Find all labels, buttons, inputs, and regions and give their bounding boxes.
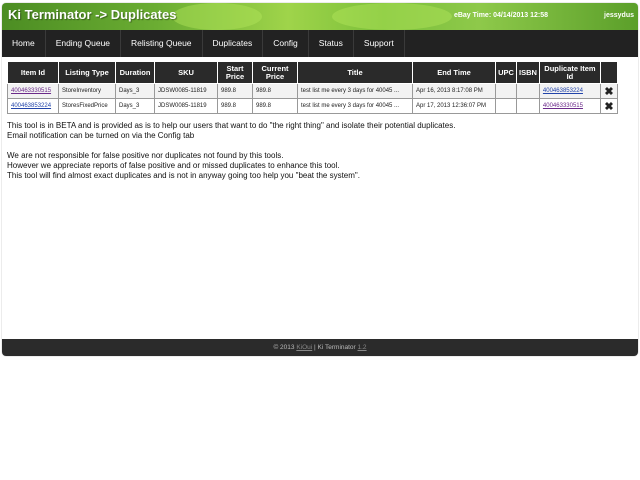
col-duplicate-item-id[interactable]: Duplicate Item Id bbox=[538, 61, 601, 84]
header-decoration bbox=[332, 3, 452, 30]
cell-sku: JDSW0085-11819 bbox=[154, 83, 218, 99]
delete-icon[interactable]: ✖ bbox=[599, 83, 618, 99]
nav-config[interactable]: Config bbox=[263, 30, 309, 57]
cell-item-id: 400463853224 bbox=[7, 98, 59, 114]
col-upc[interactable]: UPC bbox=[495, 61, 517, 84]
message-line: This tool will find almost exact duplica… bbox=[7, 171, 360, 180]
nav-support[interactable]: Support bbox=[354, 30, 405, 57]
col-delete bbox=[599, 61, 618, 84]
item-id-link[interactable]: 400463330515 bbox=[11, 88, 51, 94]
footer-company-link[interactable]: KiOui bbox=[296, 344, 312, 351]
message-line: Email notification can be turned on via … bbox=[7, 131, 195, 140]
ebay-time: eBay Time: 04/14/2013 12:58 bbox=[453, 12, 548, 19]
footer-copyright: © 2013 bbox=[273, 344, 295, 351]
table-row: 400463853224 StoresFixedPrice Days_3 JDS… bbox=[7, 98, 618, 114]
app-window: Ki Terminator -> Duplicates eBay Time: 0… bbox=[2, 3, 638, 356]
cell-sku: JDSW0085-11819 bbox=[154, 98, 218, 114]
duplicate-item-id-link[interactable]: 400463330515 bbox=[543, 103, 583, 109]
main-nav: Home Ending Queue Relisting Queue Duplic… bbox=[2, 30, 638, 57]
duplicate-item-id-link[interactable]: 400463853224 bbox=[543, 88, 583, 94]
cell-duplicate-item-id: 400463330515 bbox=[538, 98, 601, 114]
cell-end-time: Apr 16, 2013 8:17:08 PM bbox=[412, 83, 496, 99]
col-duration[interactable]: Duration bbox=[115, 61, 155, 84]
nav-duplicates[interactable]: Duplicates bbox=[203, 30, 264, 57]
duplicates-table: Item Id Listing Type Duration SKU Start … bbox=[7, 61, 618, 114]
header-decoration bbox=[172, 3, 262, 30]
nav-home[interactable]: Home bbox=[2, 30, 46, 57]
cell-upc bbox=[495, 83, 517, 99]
col-isbn[interactable]: ISBN bbox=[516, 61, 540, 84]
cell-duration: Days_3 bbox=[115, 83, 155, 99]
cell-end-time: Apr 17, 2013 12:36:07 PM bbox=[412, 98, 496, 114]
cell-upc bbox=[495, 98, 517, 114]
table-header-row: Item Id Listing Type Duration SKU Start … bbox=[7, 61, 618, 84]
cell-item-id: 400463330515 bbox=[7, 83, 59, 99]
cell-start-price: 989.8 bbox=[217, 98, 253, 114]
message-line: We are not responsible for false positiv… bbox=[7, 151, 284, 160]
message-line: However we appreciate reports of false p… bbox=[7, 161, 340, 170]
page-footer: © 2013 KiOui | Ki Terminator 1.2 bbox=[2, 339, 638, 356]
message-line: This tool is in BETA and is provided as … bbox=[7, 121, 456, 130]
footer-version-link[interactable]: 1.2 bbox=[358, 344, 367, 351]
cell-title: test list me every 3 days for 40045 ... bbox=[297, 98, 413, 114]
nav-relisting-queue[interactable]: Relisting Queue bbox=[121, 30, 203, 57]
col-title[interactable]: Title bbox=[297, 61, 413, 84]
col-end-time[interactable]: End Time bbox=[412, 61, 496, 84]
col-start-price[interactable]: Start Price bbox=[217, 61, 253, 84]
cell-duplicate-item-id: 400463853224 bbox=[538, 83, 601, 99]
cell-current-price: 989.8 bbox=[252, 98, 298, 114]
nav-ending-queue[interactable]: Ending Queue bbox=[46, 30, 122, 57]
item-id-link[interactable]: 400463853224 bbox=[11, 103, 51, 109]
username: jessydus bbox=[604, 12, 634, 19]
cell-duration: Days_3 bbox=[115, 98, 155, 114]
col-sku[interactable]: SKU bbox=[154, 61, 218, 84]
info-messages: This tool is in BETA and is provided as … bbox=[7, 121, 638, 181]
col-item-id[interactable]: Item Id bbox=[7, 61, 59, 84]
page-title: Ki Terminator -> Duplicates bbox=[8, 7, 177, 22]
cell-title: test list me every 3 days for 40045 ... bbox=[297, 83, 413, 99]
cell-listing-type: StoresFixedPrice bbox=[58, 98, 116, 114]
page-header: Ki Terminator -> Duplicates eBay Time: 0… bbox=[2, 3, 638, 30]
cell-current-price: 989.8 bbox=[252, 83, 298, 99]
nav-status[interactable]: Status bbox=[309, 30, 354, 57]
footer-product: | Ki Terminator bbox=[314, 344, 356, 351]
delete-icon[interactable]: ✖ bbox=[599, 98, 618, 114]
col-listing-type[interactable]: Listing Type bbox=[58, 61, 116, 84]
cell-listing-type: StoreInventory bbox=[58, 83, 116, 99]
cell-isbn bbox=[516, 98, 540, 114]
col-current-price[interactable]: Current Price bbox=[252, 61, 298, 84]
cell-start-price: 989.8 bbox=[217, 83, 253, 99]
table-row: 400463330515 StoreInventory Days_3 JDSW0… bbox=[7, 83, 618, 99]
cell-isbn bbox=[516, 83, 540, 99]
